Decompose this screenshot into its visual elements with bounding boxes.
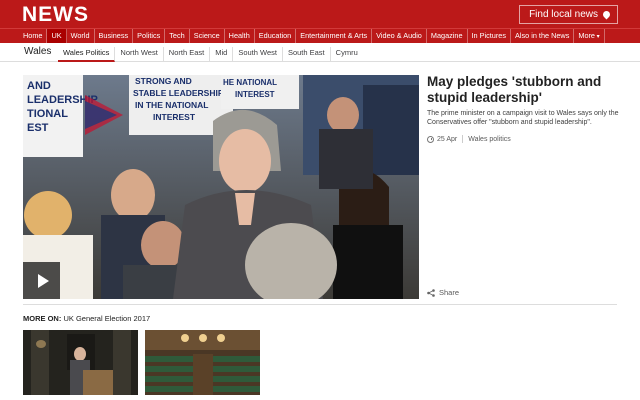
- subnav-item-south-west[interactable]: South West: [233, 47, 283, 62]
- news-logo[interactable]: NEWS: [22, 3, 89, 27]
- nav-item-health[interactable]: Health: [225, 29, 255, 43]
- masthead: NEWS Find local news: [0, 0, 640, 28]
- section-divider: [23, 304, 617, 305]
- thumbnail-image-commons-chamber: [145, 330, 260, 395]
- related-story-thumbnail[interactable]: [23, 330, 138, 395]
- story-tag[interactable]: Wales politics: [468, 136, 511, 143]
- primary-nav: Home UK World Business Politics Tech Sci…: [0, 28, 640, 43]
- hero-image: AND LEADERSHIP TIONAL EST STRONG AND STA…: [23, 75, 419, 299]
- find-local-news-button[interactable]: Find local news: [519, 5, 618, 24]
- nav-item-politics[interactable]: Politics: [133, 29, 166, 43]
- story-meta: 25 Apr Wales politics: [427, 135, 511, 143]
- clock-icon: [427, 135, 434, 143]
- location-pin-icon: [601, 9, 612, 20]
- subnav-item-north-west[interactable]: North West: [115, 47, 164, 62]
- nav-item-also-in-news[interactable]: Also in the News: [511, 29, 575, 43]
- sign-left-line-3: TIONAL: [27, 108, 68, 120]
- nav-item-video-audio[interactable]: Video & Audio: [372, 29, 427, 43]
- nav-item-in-pictures[interactable]: In Pictures: [468, 29, 511, 43]
- nav-item-home[interactable]: Home: [19, 29, 48, 43]
- sign-center-line-2: STABLE LEADERSHIP: [133, 88, 224, 98]
- subnav-item-south-east[interactable]: South East: [283, 47, 331, 62]
- more-on-label: MORE ON:: [23, 314, 62, 323]
- share-icon: [427, 288, 435, 297]
- hero-video[interactable]: AND LEADERSHIP TIONAL EST STRONG AND STA…: [23, 75, 419, 299]
- more-on-heading: MORE ON: UK General Election 2017: [23, 314, 150, 323]
- thumbnail-image-downing-street: [23, 330, 138, 395]
- share-label: Share: [439, 288, 460, 297]
- sign-left-line-4: EST: [27, 122, 49, 134]
- story-date: 25 Apr: [437, 135, 458, 143]
- subnav-item-north-east[interactable]: North East: [164, 47, 211, 62]
- nav-item-tech[interactable]: Tech: [165, 29, 190, 43]
- story-summary: The prime minister on a campaign visit t…: [427, 110, 619, 126]
- nav-item-magazine[interactable]: Magazine: [427, 29, 468, 43]
- subnav-item-wales-politics[interactable]: Wales Politics: [58, 47, 116, 62]
- secondary-nav: Wales Wales Politics North West North Ea…: [0, 43, 640, 62]
- nav-item-uk[interactable]: UK: [47, 29, 67, 43]
- subnav-item-mid[interactable]: Mid: [210, 47, 234, 62]
- share-button[interactable]: Share: [427, 288, 459, 297]
- subnav-item-cymru[interactable]: Cymru: [331, 47, 363, 62]
- sign-right-line-2: INTEREST: [235, 90, 275, 99]
- story-headline[interactable]: May pledges 'stubborn and stupid leaders…: [427, 74, 617, 106]
- nav-item-entertainment[interactable]: Entertainment & Arts: [296, 29, 373, 43]
- more-on-topic-link[interactable]: UK General Election 2017: [63, 314, 150, 323]
- section-title[interactable]: Wales: [24, 46, 51, 57]
- sign-left-line-1: AND: [27, 80, 51, 92]
- nav-item-education[interactable]: Education: [255, 29, 297, 43]
- nav-item-world[interactable]: World: [67, 29, 95, 43]
- nav-item-business[interactable]: Business: [95, 29, 134, 43]
- sign-right-line-1: HE NATIONAL: [223, 78, 277, 87]
- sign-center-line-1: STRONG AND: [135, 76, 192, 86]
- meta-separator: [462, 135, 464, 143]
- sign-center-line-4: INTEREST: [153, 112, 196, 122]
- sign-center-line-3: IN THE NATIONAL: [135, 100, 209, 110]
- find-local-label: Find local news: [529, 9, 598, 20]
- nav-item-more[interactable]: More: [574, 29, 605, 43]
- related-story-thumbnail[interactable]: [145, 330, 260, 395]
- play-button[interactable]: [23, 262, 60, 299]
- nav-item-science[interactable]: Science: [190, 29, 225, 43]
